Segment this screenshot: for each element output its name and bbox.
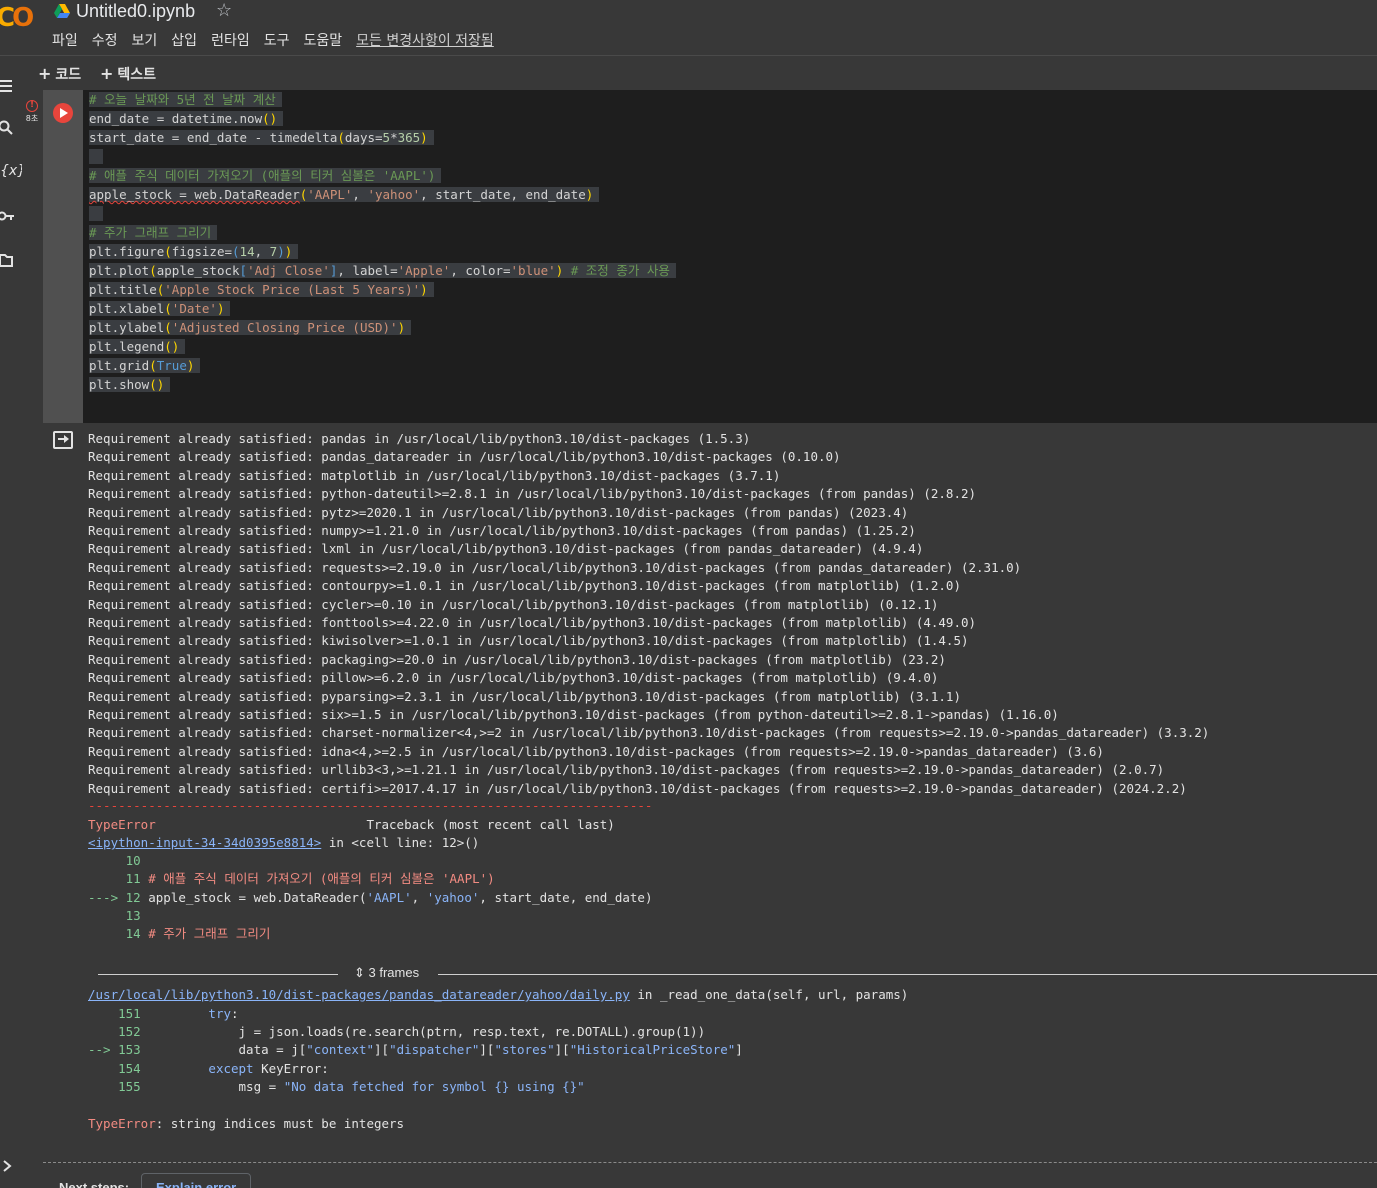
key-icon[interactable] bbox=[0, 206, 14, 226]
code-line: plt.figure(figsize=(14, 7)) bbox=[89, 242, 299, 261]
saved-status[interactable]: 모든 변경사항이 저장됨 bbox=[356, 31, 494, 51]
daily-py-link[interactable]: /usr/local/lib/python3.10/dist-packages/… bbox=[88, 987, 630, 1002]
traceback-source: <ipython-input-34-34d0395e8814> in <cell… bbox=[88, 835, 480, 850]
traceback-line: 14 # 주가 그래프 그리기 bbox=[125, 926, 271, 941]
output-line: Requirement already satisfied: fonttools… bbox=[88, 615, 977, 630]
output-line: Requirement already satisfied: certifi>=… bbox=[88, 780, 1187, 796]
code-line: start_date = end_date - timedelta(days=5… bbox=[89, 128, 434, 147]
add-text-button[interactable]: + 텍스트 bbox=[100, 64, 156, 84]
left-rail: {x} bbox=[0, 56, 26, 1188]
variables-icon[interactable]: {x} bbox=[0, 161, 26, 181]
code-line: end_date = datetime.now() bbox=[89, 109, 284, 128]
menu-insert[interactable]: 삽입 bbox=[171, 31, 197, 51]
search-icon[interactable] bbox=[0, 118, 14, 138]
menu-view[interactable]: 보기 bbox=[132, 31, 158, 51]
menu-help[interactable]: 도움말 bbox=[303, 31, 342, 51]
next-steps-label: Next steps: bbox=[59, 1180, 130, 1188]
collapsed-frames-toggle[interactable]: ⇕ 3 frames bbox=[98, 965, 1377, 985]
output-line: Requirement already satisfied: pillow>=6… bbox=[88, 670, 939, 686]
menu-edit[interactable]: 수정 bbox=[92, 31, 118, 51]
output-divider bbox=[43, 1162, 1377, 1163]
execution-status: ! 8초 bbox=[25, 100, 39, 124]
code-line: plt.legend() bbox=[89, 337, 186, 356]
output-line: Requirement already satisfied: cycler>=0… bbox=[88, 596, 939, 612]
toolbar: + 코드 + 텍스트 bbox=[22, 56, 1377, 90]
star-icon[interactable]: ☆ bbox=[216, 0, 232, 21]
menu-file[interactable]: 파일 bbox=[52, 31, 78, 51]
frames-divider-right bbox=[438, 974, 1377, 975]
output-line: Requirement already satisfied: urllib3<3… bbox=[88, 762, 1165, 778]
traceback-separator: ----------------------------------------… bbox=[88, 798, 653, 813]
output-line: Requirement already satisfied: packaging… bbox=[88, 651, 946, 667]
traceback-line: 155 msg = "No data fetched for symbol {}… bbox=[118, 1079, 585, 1094]
output-gutter bbox=[43, 423, 83, 1163]
output-line: Requirement already satisfied: matplotli… bbox=[88, 467, 781, 483]
code-line bbox=[89, 147, 103, 166]
traceback-source: /usr/local/lib/python3.10/dist-packages/… bbox=[88, 987, 909, 1002]
final-error: TypeError: string indices must be intege… bbox=[88, 1116, 405, 1131]
traceback-line: 154 except KeyError: bbox=[118, 1061, 329, 1076]
code-editor[interactable]: # 오늘 날짜와 5년 전 날짜 계산 end_date = datetime.… bbox=[83, 90, 1377, 423]
code-line bbox=[89, 204, 103, 223]
output-line: Requirement already satisfied: kiwisolve… bbox=[88, 633, 969, 649]
code-line: # 오늘 날짜와 5년 전 날짜 계산 bbox=[89, 90, 282, 109]
output-line: Requirement already satisfied: requests>… bbox=[88, 559, 1022, 575]
expand-icon[interactable] bbox=[0, 1156, 14, 1176]
frames-label: ⇕ 3 frames bbox=[354, 965, 420, 980]
google-drive-icon bbox=[54, 4, 70, 18]
traceback-line: 11 # 애플 주식 데이터 가져오기 (애플의 티커 심볼은 'AAPL') bbox=[125, 871, 495, 886]
cell-gutter bbox=[22, 90, 43, 423]
error-icon: ! bbox=[26, 100, 38, 112]
output-line: Requirement already satisfied: six>=1.5 … bbox=[88, 707, 1059, 722]
output-line: Requirement already satisfied: pytz>=202… bbox=[88, 504, 909, 520]
ipython-input-link[interactable]: <ipython-input-34-34d0395e8814> bbox=[88, 835, 321, 850]
code-line: apple_stock = web.DataReader('AAPL', 'ya… bbox=[89, 185, 600, 204]
header: CO Untitled0.ipynb ☆ 파일 수정 보기 삽입 런타임 도구 … bbox=[0, 0, 1377, 56]
traceback-line: 13 bbox=[125, 908, 141, 923]
add-code-button[interactable]: + 코드 bbox=[38, 64, 81, 84]
menu-icon[interactable] bbox=[0, 76, 14, 96]
output-line: Requirement already satisfied: charset-n… bbox=[88, 725, 1210, 741]
output-line: Requirement already satisfied: pyparsing… bbox=[88, 688, 961, 704]
code-line: # 주가 그래프 그리기 bbox=[89, 223, 218, 242]
traceback-line: 152 j = json.loads(re.search(ptrn, resp.… bbox=[118, 1024, 706, 1039]
traceback-header: TypeError Traceback (most recent call la… bbox=[88, 817, 615, 832]
output-line: Requirement already satisfied: idna<4,>=… bbox=[88, 743, 1104, 759]
menu-runtime[interactable]: 런타임 bbox=[211, 31, 250, 51]
traceback-line: 10 bbox=[125, 853, 141, 868]
code-line: # 애플 주식 데이터 가져오기 (애플의 티커 심볼은 'AAPL') bbox=[89, 166, 442, 185]
folder-icon[interactable] bbox=[0, 250, 14, 270]
notebook-title[interactable]: Untitled0.ipynb bbox=[76, 1, 195, 22]
code-line: plt.ylabel('Adjusted Closing Price (USD)… bbox=[89, 318, 412, 337]
execution-time: 8초 bbox=[25, 114, 39, 123]
output-line: Requirement already satisfied: lxml in /… bbox=[88, 541, 924, 557]
explain-error-button[interactable]: Explain error bbox=[141, 1173, 251, 1188]
output-line: Requirement already satisfied: pandas in… bbox=[88, 431, 751, 446]
colab-logo[interactable]: CO bbox=[0, 4, 40, 32]
output-actions-icon[interactable] bbox=[53, 431, 73, 449]
traceback-line: 151 try: bbox=[118, 1006, 239, 1021]
code-line: plt.grid(True) bbox=[89, 356, 201, 375]
output-line: Requirement already satisfied: pandas_da… bbox=[88, 449, 841, 465]
menu-bar: 파일 수정 보기 삽입 런타임 도구 도움말 모든 변경사항이 저장됨 bbox=[52, 31, 508, 51]
menu-tools[interactable]: 도구 bbox=[264, 31, 290, 51]
cell-left-bar bbox=[43, 90, 83, 423]
code-line: plt.show() bbox=[89, 375, 171, 394]
run-cell-button[interactable] bbox=[53, 103, 73, 123]
traceback-line: --> 153 data = j["context"]["dispatcher"… bbox=[88, 1042, 743, 1057]
code-line: plt.plot(apple_stock['Adj Close'], label… bbox=[89, 261, 676, 280]
expand-frames-icon: ⇕ bbox=[354, 965, 369, 980]
code-line: plt.xlabel('Date') bbox=[89, 299, 231, 318]
output-line: Requirement already satisfied: python-da… bbox=[88, 486, 977, 502]
frames-divider-left bbox=[98, 974, 338, 975]
output-line: Requirement already satisfied: numpy>=1.… bbox=[88, 523, 916, 538]
output-line: Requirement already satisfied: contourpy… bbox=[88, 578, 961, 594]
code-line: plt.title('Apple Stock Price (Last 5 Yea… bbox=[89, 280, 434, 299]
traceback-line: ---> 12 apple_stock = web.DataReader('AA… bbox=[88, 890, 653, 905]
